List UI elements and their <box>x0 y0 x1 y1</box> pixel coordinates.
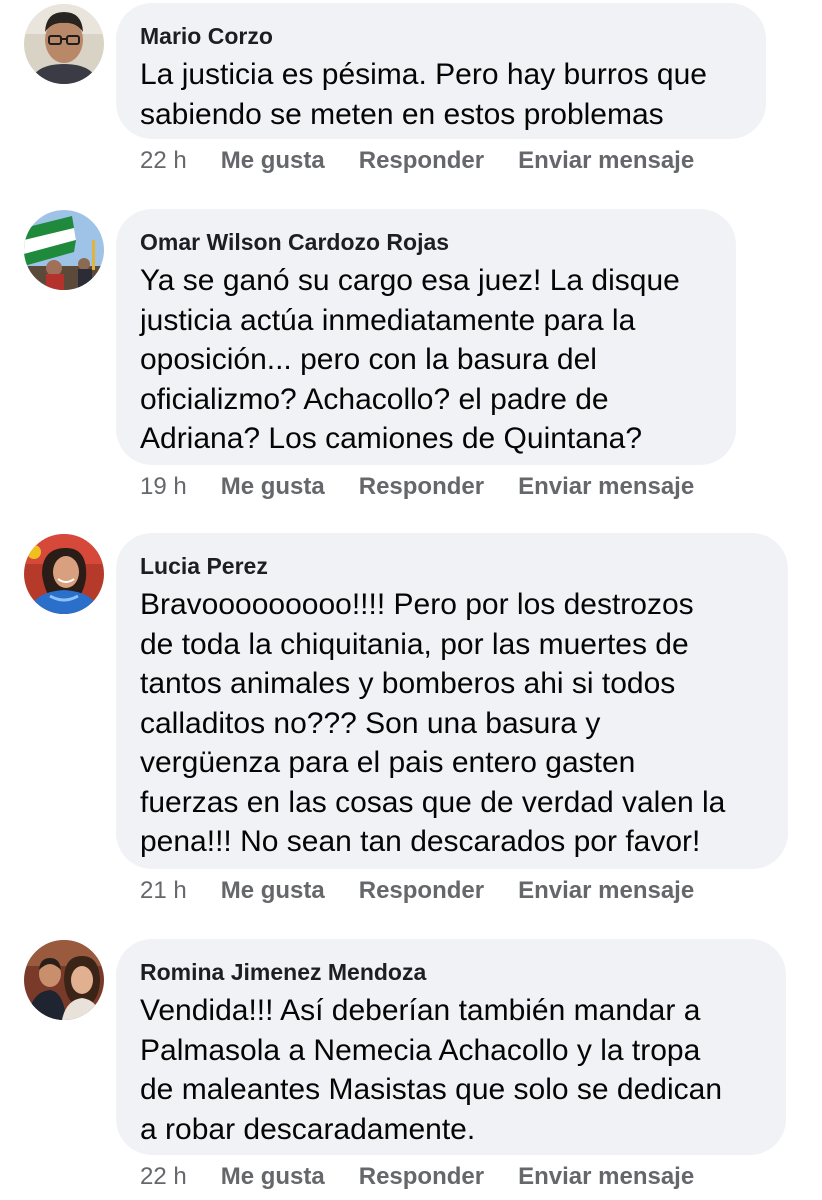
send-message-button[interactable]: Enviar mensaje <box>518 467 694 507</box>
comment-text: Vendida!!! Así deberían también mandar a… <box>140 994 723 1146</box>
comment-text: La justicia es pésima. Pero hay burros q… <box>140 58 707 131</box>
avatar[interactable] <box>24 4 104 84</box>
comment-actions: 22 h Me gusta Responder Enviar mensaje <box>140 141 728 181</box>
comment-author[interactable]: Omar Wilson Cardozo Rojas <box>140 227 710 257</box>
user-avatar-icon <box>24 534 104 614</box>
reply-button[interactable]: Responder <box>359 141 484 181</box>
comment-timestamp[interactable]: 22 h <box>140 141 187 181</box>
comment-bubble: Mario Corzo La justicia es pésima. Pero … <box>116 3 766 139</box>
comment-actions: 19 h Me gusta Responder Enviar mensaje <box>140 467 728 507</box>
comment-timestamp[interactable]: 22 h <box>140 1157 187 1197</box>
comment-author[interactable]: Romina Jimenez Mendoza <box>140 957 760 987</box>
comment-text: Ya se ganó su cargo esa juez! La disque … <box>140 264 680 455</box>
send-message-button[interactable]: Enviar mensaje <box>518 871 694 911</box>
comment-actions: 21 h Me gusta Responder Enviar mensaje <box>140 871 728 911</box>
comment-bubble: Omar Wilson Cardozo Rojas Ya se ganó su … <box>116 209 736 465</box>
comment-actions: 22 h Me gusta Responder Enviar mensaje <box>140 1157 728 1197</box>
comment-timestamp[interactable]: 21 h <box>140 871 187 911</box>
like-button[interactable]: Me gusta <box>221 141 325 181</box>
comment-author[interactable]: Mario Corzo <box>140 21 740 51</box>
avatar[interactable] <box>24 940 104 1020</box>
reply-button[interactable]: Responder <box>359 1157 484 1197</box>
user-avatar-icon <box>24 4 104 84</box>
avatar[interactable] <box>24 534 104 614</box>
comment-timestamp[interactable]: 19 h <box>140 467 187 507</box>
reply-button[interactable]: Responder <box>359 871 484 911</box>
like-button[interactable]: Me gusta <box>221 871 325 911</box>
comment-bubble: Lucia Perez Bravooooooooo!!!! Pero por l… <box>116 533 788 869</box>
user-avatar-icon <box>24 210 104 290</box>
comment-bubble: Romina Jimenez Mendoza Vendida!!! Así de… <box>116 939 786 1155</box>
comment-author[interactable]: Lucia Perez <box>140 551 762 581</box>
send-message-button[interactable]: Enviar mensaje <box>518 1157 694 1197</box>
send-message-button[interactable]: Enviar mensaje <box>518 141 694 181</box>
reply-button[interactable]: Responder <box>359 467 484 507</box>
user-avatar-icon <box>24 940 104 1020</box>
like-button[interactable]: Me gusta <box>221 467 325 507</box>
avatar[interactable] <box>24 210 104 290</box>
comment-text: Bravooooooooo!!!! Pero por los destrozos… <box>140 588 726 858</box>
like-button[interactable]: Me gusta <box>221 1157 325 1197</box>
